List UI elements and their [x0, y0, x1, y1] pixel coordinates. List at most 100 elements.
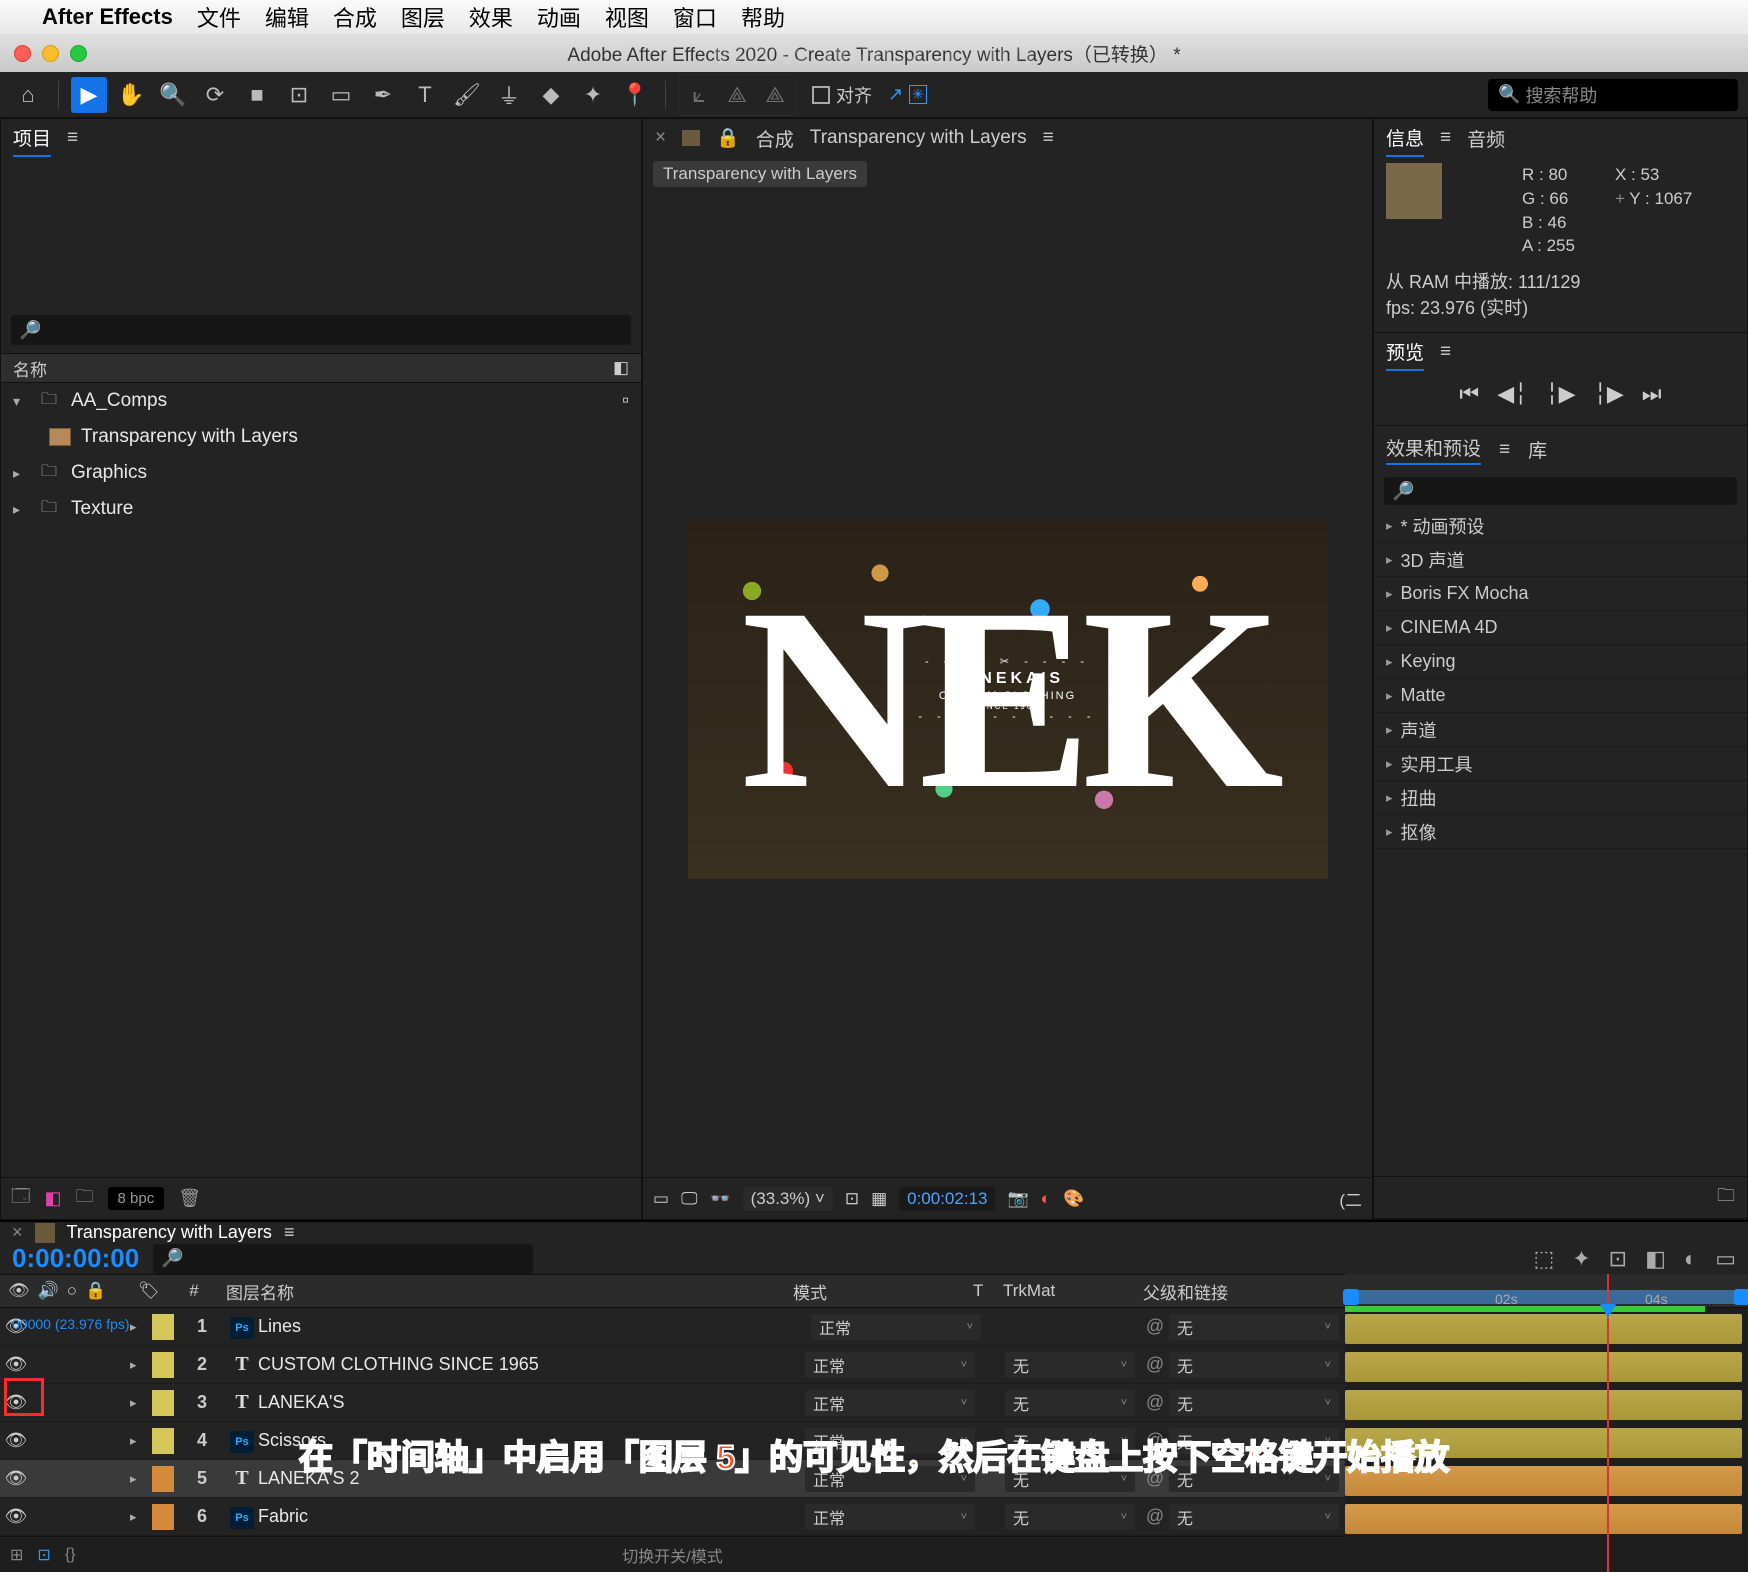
zoom-tool-icon[interactable]: 🔍	[155, 77, 191, 113]
zoom-select[interactable]: (33.3%) ˅	[743, 1187, 833, 1211]
close-tab-icon[interactable]: ×	[12, 1222, 23, 1243]
effect-category[interactable]: ▸抠像	[1374, 815, 1747, 849]
project-tab[interactable]: 项目	[13, 120, 51, 157]
help-search[interactable]: 🔍 搜索帮助	[1488, 79, 1738, 111]
twisty-icon[interactable]: ▸	[130, 1433, 148, 1449]
pickwhip-icon[interactable]: @	[1141, 1316, 1169, 1337]
roto-tool-icon[interactable]: ✦	[575, 77, 611, 113]
graph-editor-icon[interactable]: ▭	[1715, 1246, 1736, 1272]
mask-icon[interactable]: 👓	[709, 1189, 730, 1209]
layer-bar[interactable]	[1345, 1314, 1742, 1344]
bpc-button[interactable]: 8 bpc	[108, 1187, 165, 1210]
shy-icon[interactable]: ⊡	[1609, 1246, 1627, 1272]
pickwhip-icon[interactable]: @	[1141, 1506, 1169, 1527]
label-color[interactable]	[152, 1352, 174, 1378]
timeline-search[interactable]: 🔎	[153, 1244, 533, 1274]
twisty-icon[interactable]: ▸	[130, 1319, 148, 1335]
work-area[interactable]	[1345, 1290, 1748, 1304]
clone-tool-icon[interactable]: ⏚	[491, 77, 527, 113]
new-bin-icon[interactable]: 🗀	[1717, 1185, 1735, 1205]
panel-menu-icon[interactable]: ≡	[1440, 127, 1451, 149]
blend-mode-select[interactable]: 正常˅	[805, 1390, 975, 1416]
menu-help[interactable]: 帮助	[741, 1, 785, 33]
motion-blur-icon[interactable]: ◐	[1684, 1246, 1697, 1272]
trkmat-select[interactable]: 无˅	[1005, 1352, 1135, 1378]
twisty-icon[interactable]: ▾	[13, 393, 27, 410]
work-area-start-handle[interactable]	[1343, 1289, 1359, 1305]
interpret-icon[interactable]: 🗔	[11, 1184, 31, 1214]
col-trkmat[interactable]: TrkMat	[995, 1281, 1135, 1301]
toggle-switch-mode-label[interactable]: 切换开关/模式	[622, 1543, 722, 1567]
app-name[interactable]: After Effects	[42, 4, 173, 30]
last-frame-icon[interactable]: ⏭	[1642, 381, 1662, 407]
layer-row[interactable]: 👁 ▸ 3 T LANEKA'S 正常˅ 无˅ @ 无˅	[0, 1384, 1345, 1422]
layer-bar[interactable]	[1345, 1390, 1742, 1420]
channel-icon[interactable]: ◐	[1041, 1189, 1051, 1209]
layer-name[interactable]: Lines	[258, 1316, 811, 1337]
layer-bar[interactable]	[1345, 1352, 1742, 1382]
preview-tab[interactable]: 预览	[1386, 334, 1424, 371]
col-type-icon[interactable]: ◧	[613, 358, 629, 378]
snap-checkbox[interactable]	[812, 86, 830, 104]
twisty-icon[interactable]: ▸	[130, 1357, 148, 1373]
menu-animation[interactable]: 动画	[537, 1, 581, 33]
pen-tool-icon[interactable]: ✒	[365, 77, 401, 113]
time-ruler[interactable]: 02s 04s	[1345, 1274, 1748, 1308]
effect-category[interactable]: ▸Keying	[1374, 645, 1747, 679]
comp-row[interactable]: Transparency with Layers	[1, 419, 641, 455]
res-icon[interactable]: 🖵	[681, 1189, 697, 1209]
snapping-gear-icon[interactable]: ✳	[909, 85, 927, 104]
frame-blend-icon[interactable]: ◧	[1645, 1246, 1666, 1272]
menu-file[interactable]: 文件	[197, 1, 241, 33]
viewer-tab[interactable]: Transparency with Layers	[653, 161, 867, 187]
twisty-icon[interactable]: ▸	[13, 501, 27, 518]
parent-select[interactable]: 无˅	[1169, 1352, 1339, 1378]
visibility-toggle[interactable]: 👁	[0, 1468, 32, 1489]
menu-view[interactable]: 视图	[605, 1, 649, 33]
effect-category[interactable]: ▸实用工具	[1374, 747, 1747, 781]
current-timecode[interactable]: 0:00:00:00	[12, 1243, 139, 1274]
layer-name[interactable]: LANEKA'S	[258, 1392, 805, 1413]
menu-window[interactable]: 窗口	[673, 1, 717, 33]
menu-edit[interactable]: 编辑	[265, 1, 309, 33]
solo-col-icon[interactable]: ○	[67, 1281, 77, 1301]
pickwhip-icon[interactable]: @	[1141, 1354, 1169, 1375]
work-area-end-handle[interactable]	[1734, 1289, 1748, 1305]
twisty-icon[interactable]: ▸	[130, 1509, 148, 1525]
axis-world-icon[interactable]: ⟁	[719, 77, 755, 113]
twisty-icon[interactable]: ▸	[13, 465, 27, 482]
audio-col-icon[interactable]: 🔊	[38, 1281, 59, 1301]
lock-col-icon[interactable]: 🔒	[85, 1281, 106, 1301]
parent-select[interactable]: 无˅	[1169, 1314, 1339, 1340]
effect-category[interactable]: ▸声道	[1374, 713, 1747, 747]
color-mgmt-icon[interactable]: 🎨	[1063, 1189, 1084, 1209]
toggle-modes-icon[interactable]: ⊡	[37, 1545, 50, 1565]
label-col-icon[interactable]: 🏷	[138, 1281, 160, 1300]
snapping-icon[interactable]: ↗	[888, 84, 903, 105]
twisty-icon[interactable]: ▸	[130, 1395, 148, 1411]
col-t[interactable]: T	[965, 1281, 995, 1301]
label-color[interactable]	[152, 1428, 174, 1454]
draft3d-icon[interactable]: ✦	[1572, 1246, 1590, 1272]
layer-row[interactable]: 👁 ▸ 6 Ps Fabric 正常˅ 无˅ @ 无˅	[0, 1498, 1345, 1536]
parent-select[interactable]: 无˅	[1169, 1504, 1339, 1530]
first-frame-icon[interactable]: ⏮	[1459, 381, 1479, 407]
effect-category[interactable]: ▸* 动画预设	[1374, 509, 1747, 543]
prev-frame-icon[interactable]: ◀╎	[1497, 381, 1527, 407]
toggle-inout-icon[interactable]: {}	[65, 1546, 76, 1564]
col-name[interactable]: 名称	[13, 356, 47, 381]
project-search[interactable]: 🔎	[11, 315, 631, 345]
menu-composition[interactable]: 合成	[333, 1, 377, 33]
label-color[interactable]	[152, 1390, 174, 1416]
visibility-toggle[interactable]: 👁	[0, 1354, 32, 1375]
layer-name[interactable]: CUSTOM CLOTHING SINCE 1965	[258, 1354, 805, 1375]
play-icon[interactable]: ╎▶	[1545, 381, 1575, 407]
audio-tab[interactable]: 音频	[1467, 121, 1505, 156]
new-folder-icon[interactable]: 🗀	[76, 1184, 94, 1214]
orbit-tool-icon[interactable]: ⟳	[197, 77, 233, 113]
eye-col-icon[interactable]: 👁	[8, 1281, 30, 1301]
layer-bar[interactable]	[1345, 1504, 1742, 1534]
next-frame-icon[interactable]: ╎▶	[1594, 381, 1624, 407]
col-layer-name[interactable]: 图层名称	[218, 1279, 785, 1304]
eraser-tool-icon[interactable]: ◆	[533, 77, 569, 113]
